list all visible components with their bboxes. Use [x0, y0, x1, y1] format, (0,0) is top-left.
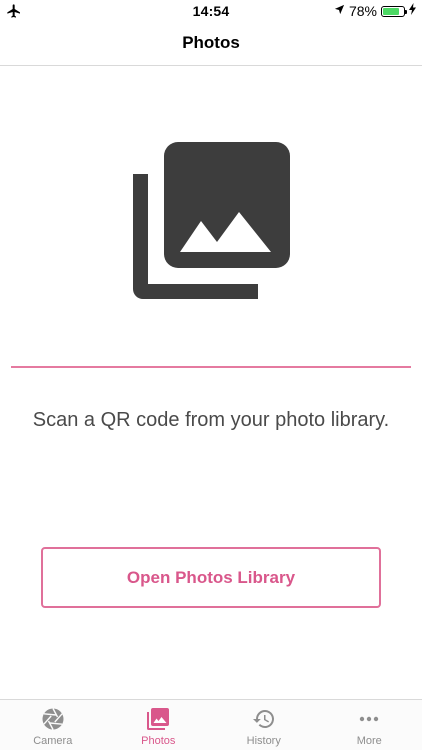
charging-bolt-icon	[409, 2, 416, 20]
tab-label-camera: Camera	[33, 735, 73, 747]
tab-label-history: History	[246, 735, 281, 747]
tab-label-photos: Photos	[141, 735, 176, 747]
tab-label-more: More	[356, 735, 382, 747]
page-title: Photos	[182, 33, 240, 52]
instruction-text: Scan a QR code from your photo library.	[32, 409, 390, 431]
history-icon	[252, 707, 276, 731]
photos-icon	[146, 707, 170, 731]
photo-library-icon	[131, 141, 291, 301]
status-bar: 14:54 78%	[0, 0, 422, 22]
tab-history[interactable]: History	[211, 700, 317, 750]
navigation-bar: Photos	[0, 22, 422, 66]
divider-line	[11, 366, 411, 368]
battery-icon	[381, 5, 407, 17]
more-dots-icon	[357, 707, 381, 731]
tab-more[interactable]: More	[317, 700, 422, 750]
open-photos-library-button[interactable]: Open Photos Library	[41, 547, 381, 608]
status-right-group: 78%	[334, 3, 416, 19]
battery-level-fill	[383, 7, 399, 15]
tab-photos[interactable]: Photos	[106, 700, 212, 750]
camera-aperture-icon	[41, 707, 65, 731]
tab-bar: Camera Photos History More	[0, 699, 422, 750]
tab-camera[interactable]: Camera	[0, 700, 106, 750]
battery-percent: 78%	[348, 3, 377, 19]
location-arrow-icon	[334, 2, 345, 20]
